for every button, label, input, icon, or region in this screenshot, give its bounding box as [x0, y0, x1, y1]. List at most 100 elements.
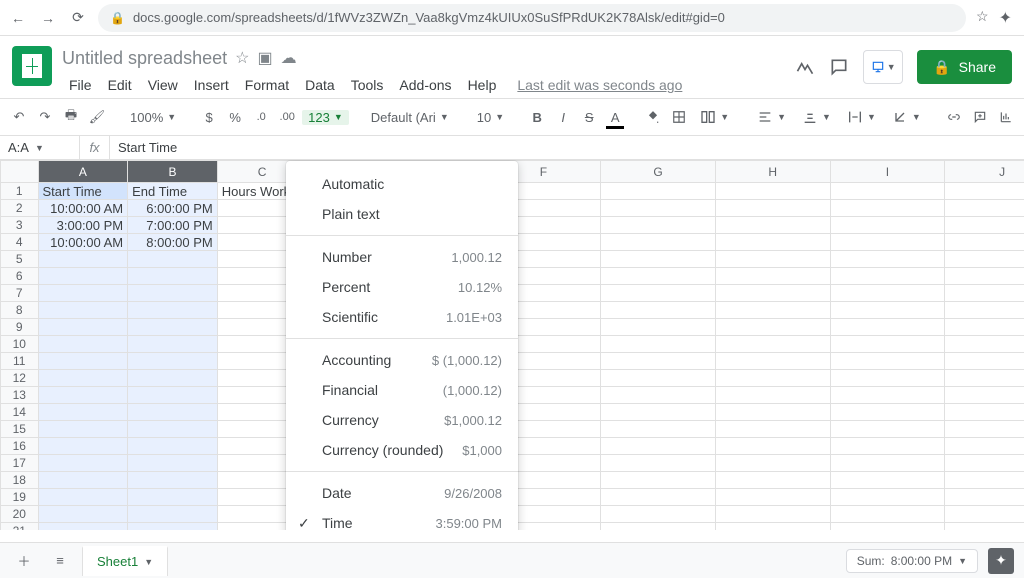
last-edit-link[interactable]: Last edit was seconds ago: [517, 77, 682, 93]
cell[interactable]: [715, 319, 830, 336]
cell[interactable]: [38, 370, 128, 387]
redo-button[interactable]: ↷: [34, 104, 56, 130]
cell[interactable]: [38, 353, 128, 370]
cell[interactable]: [128, 472, 218, 489]
cell[interactable]: [128, 438, 218, 455]
cell[interactable]: [601, 234, 716, 251]
cell[interactable]: [715, 217, 830, 234]
cell[interactable]: [128, 506, 218, 523]
cell[interactable]: [128, 302, 218, 319]
menu-data[interactable]: Data: [298, 75, 342, 95]
cell[interactable]: [38, 472, 128, 489]
menu-view[interactable]: View: [141, 75, 185, 95]
cell[interactable]: [715, 387, 830, 404]
italic-button[interactable]: I: [552, 104, 574, 130]
fmt-date[interactable]: Date9/26/2008: [286, 478, 518, 508]
quicksum-dropdown[interactable]: Sum: 8:00:00 PM ▼: [846, 549, 978, 573]
formula-bar-input[interactable]: Start Time: [110, 140, 1024, 155]
row-header[interactable]: 3: [1, 217, 39, 234]
add-sheet-button[interactable]: ＋: [10, 547, 38, 575]
row-header[interactable]: 18: [1, 472, 39, 489]
row-header[interactable]: 12: [1, 370, 39, 387]
cell[interactable]: [715, 472, 830, 489]
cell[interactable]: [945, 370, 1024, 387]
star-icon[interactable]: ☆: [235, 48, 249, 68]
col-header-A[interactable]: A: [38, 161, 128, 183]
cell[interactable]: [715, 200, 830, 217]
cell[interactable]: [715, 489, 830, 506]
row-header[interactable]: 14: [1, 404, 39, 421]
cell[interactable]: [715, 234, 830, 251]
cell[interactable]: [601, 506, 716, 523]
cell[interactable]: [128, 353, 218, 370]
menu-edit[interactable]: Edit: [101, 75, 139, 95]
v-align-button[interactable]: ▼: [796, 109, 837, 125]
cell[interactable]: [601, 455, 716, 472]
fmt-scientific[interactable]: Scientific1.01E+03: [286, 302, 518, 332]
browser-forward-button[interactable]: →: [38, 10, 58, 26]
cell[interactable]: [601, 336, 716, 353]
cell[interactable]: [128, 251, 218, 268]
cell[interactable]: [715, 336, 830, 353]
cell[interactable]: [945, 183, 1024, 200]
cell[interactable]: 3:00:00 PM: [38, 217, 128, 234]
row-header[interactable]: 9: [1, 319, 39, 336]
menu-format[interactable]: Format: [238, 75, 296, 95]
fmt-automatic[interactable]: Automatic: [286, 169, 518, 199]
col-header-J[interactable]: J: [945, 161, 1024, 183]
cell[interactable]: 8:00:00 PM: [128, 234, 218, 251]
cell[interactable]: [715, 353, 830, 370]
cell[interactable]: [601, 472, 716, 489]
cell[interactable]: [830, 506, 945, 523]
cell[interactable]: [38, 523, 128, 531]
cell[interactable]: [128, 268, 218, 285]
extensions-icon[interactable]: ✦: [999, 8, 1012, 28]
cell[interactable]: [128, 523, 218, 531]
cell[interactable]: [830, 489, 945, 506]
col-header-G[interactable]: G: [601, 161, 716, 183]
cell[interactable]: [128, 489, 218, 506]
cell[interactable]: [601, 200, 716, 217]
borders-button[interactable]: [668, 104, 690, 130]
row-header[interactable]: 13: [1, 387, 39, 404]
cell[interactable]: [945, 285, 1024, 302]
bookmark-icon[interactable]: ☆: [976, 8, 989, 28]
cell[interactable]: [601, 217, 716, 234]
cell[interactable]: [128, 387, 218, 404]
cell[interactable]: [830, 302, 945, 319]
cell[interactable]: [38, 438, 128, 455]
cell[interactable]: [945, 421, 1024, 438]
cell[interactable]: [945, 523, 1024, 531]
cell[interactable]: [601, 353, 716, 370]
fmt-currency[interactable]: Currency$1,000.12: [286, 405, 518, 435]
zoom-dropdown[interactable]: 100%▼: [124, 110, 182, 125]
row-header[interactable]: 10: [1, 336, 39, 353]
cell[interactable]: [945, 217, 1024, 234]
cell[interactable]: [128, 319, 218, 336]
explore-button[interactable]: ✦: [988, 548, 1014, 574]
comments-icon[interactable]: [829, 57, 849, 77]
cell[interactable]: [830, 319, 945, 336]
cell[interactable]: [601, 421, 716, 438]
cell[interactable]: [830, 387, 945, 404]
cell[interactable]: [601, 387, 716, 404]
undo-button[interactable]: ↶: [8, 104, 30, 130]
cell[interactable]: [715, 404, 830, 421]
cell[interactable]: [945, 336, 1024, 353]
cell[interactable]: [38, 404, 128, 421]
print-button[interactable]: 🖶: [60, 104, 82, 130]
cell[interactable]: [830, 421, 945, 438]
cell[interactable]: [945, 251, 1024, 268]
cell[interactable]: 7:00:00 PM: [128, 217, 218, 234]
cell[interactable]: [830, 200, 945, 217]
cell[interactable]: [945, 200, 1024, 217]
cell[interactable]: [945, 302, 1024, 319]
cell[interactable]: [601, 268, 716, 285]
cell[interactable]: [601, 370, 716, 387]
browser-reload-button[interactable]: ⟳: [68, 9, 88, 26]
cell[interactable]: [601, 251, 716, 268]
cell[interactable]: [945, 404, 1024, 421]
row-header[interactable]: 16: [1, 438, 39, 455]
insert-link-button[interactable]: [943, 104, 965, 130]
cell[interactable]: [601, 302, 716, 319]
